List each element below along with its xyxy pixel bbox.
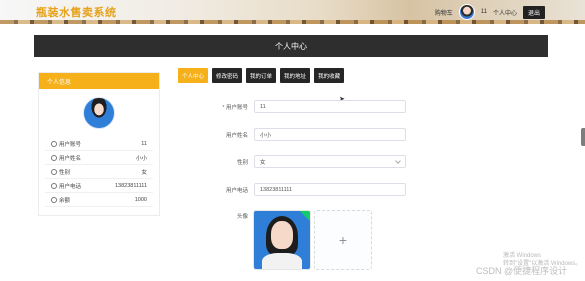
gender-icon [51, 168, 57, 175]
profile-row-account: 用户账号 11 [45, 137, 153, 151]
avatar-upload: + [253, 210, 372, 270]
profile-card-header: 个人信息 [39, 73, 159, 89]
profile-row-value: 1000 [134, 196, 147, 203]
user-avatar-icon[interactable] [458, 4, 475, 20]
profile-card: 个人信息 用户账号 11 用户姓名 小小 性别 女 用户电话 138238111… [38, 72, 160, 216]
form-row-name: 用户姓名 小小 [180, 128, 406, 141]
form-row-avatar: 头像 [180, 212, 254, 220]
page-title: 个人中心 [275, 41, 307, 51]
upload-success-icon [297, 211, 310, 223]
user-area: 购物车 11 个人中心 退出 [435, 4, 545, 20]
profile-row-name: 用户姓名 小小 [45, 151, 153, 165]
side-drawer-handle[interactable] [581, 128, 585, 146]
profile-row-label: 用户姓名 [59, 155, 82, 162]
profile-avatar [83, 97, 115, 129]
phone-icon [51, 182, 57, 189]
profile-row-value: 11 [141, 140, 147, 147]
name-input[interactable]: 小小 [254, 128, 406, 141]
profile-row-phone: 用户电话 13823811111 [45, 179, 153, 193]
tab-change-password[interactable]: 修改密码 [212, 68, 243, 83]
profile-row-label: 用户账号 [59, 141, 82, 148]
profile-row-value: 小小 [135, 155, 147, 162]
site-title[interactable]: 瓶装水售卖系统 [36, 4, 117, 20]
profile-row-balance: 余额 1000 [45, 193, 153, 207]
form-row-account: * 用户账号 11 [180, 100, 406, 113]
csdn-watermark: CSDN @便捷程序设计 [476, 266, 568, 276]
avatar-label: 头像 [236, 214, 248, 220]
cart-link[interactable]: 购物车 [435, 8, 453, 17]
phone-input[interactable]: 13823811111 [254, 183, 406, 196]
profile-row-value: 女 [141, 169, 147, 176]
tab-my-orders[interactable]: 我的订单 [246, 68, 277, 83]
account-label: 用户账号 [225, 104, 248, 111]
page-title-bar: 个人中心 [34, 35, 548, 57]
logout-button[interactable]: 退出 [522, 5, 545, 19]
gender-label: 性别 [236, 159, 248, 166]
plus-icon: + [338, 232, 348, 248]
account-input[interactable]: 11 [254, 100, 406, 113]
tab-my-favorites[interactable]: 我的收藏 [314, 68, 345, 83]
user-count: 11 [480, 9, 487, 15]
banner-decoration [0, 20, 585, 24]
phone-label: 用户电话 [225, 187, 248, 194]
upload-add-button[interactable]: + [314, 210, 372, 270]
profile-link[interactable]: 个人中心 [493, 8, 517, 17]
name-label: 用户姓名 [225, 132, 248, 139]
gender-select-value: 女 [260, 159, 266, 166]
user-icon [51, 154, 57, 161]
chevron-down-icon [395, 158, 401, 164]
uploaded-avatar-image[interactable] [253, 210, 311, 270]
profile-row-label: 用户电话 [59, 183, 82, 190]
tab-profile[interactable]: 个人中心 [178, 68, 209, 83]
top-banner: 瓶装水售卖系统 购物车 11 个人中心 退出 [0, 0, 585, 24]
wallet-icon [51, 196, 57, 203]
form-row-gender: 性别 女 [180, 155, 406, 168]
profile-row-gender: 性别 女 [45, 165, 153, 179]
form-row-phone: 用户电话 13823811111 [180, 183, 406, 196]
gender-select[interactable]: 女 [254, 155, 406, 168]
profile-tabs: 个人中心 修改密码 我的订单 我的地址 我的收藏 [178, 68, 345, 83]
account-icon [51, 140, 57, 147]
profile-row-value: 13823811111 [114, 182, 147, 189]
tab-my-address[interactable]: 我的地址 [280, 68, 311, 83]
profile-row-label: 余额 [59, 197, 71, 204]
profile-row-label: 性别 [59, 169, 71, 176]
profile-card-title: 个人信息 [47, 79, 72, 86]
